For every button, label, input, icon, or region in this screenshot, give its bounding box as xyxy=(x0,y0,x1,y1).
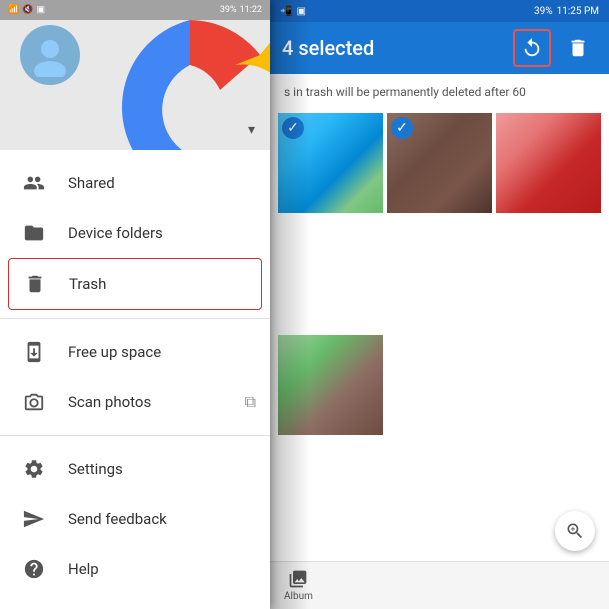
drawer-panel: 📶🔇▣ 39% 11:22 ▾ xyxy=(0,0,270,609)
menu-divider-2 xyxy=(0,435,270,436)
signal-icons: 📶🔇▣ xyxy=(8,5,45,15)
photo-item-4[interactable] xyxy=(278,335,383,553)
status-bar-right: 📲▣ 39% 11:25 PM xyxy=(270,0,609,22)
avatar[interactable] xyxy=(20,25,80,85)
photo-item-3[interactable] xyxy=(496,113,601,331)
sidebar-item-settings[interactable]: Settings xyxy=(0,444,270,494)
toolbar: 4 selected xyxy=(270,22,609,74)
drawer-menu: Shared Device folders Trash Free up spac… xyxy=(0,150,270,609)
settings-label: Settings xyxy=(68,460,123,478)
sidebar-item-help[interactable]: Help xyxy=(0,544,270,594)
trash-label: Trash xyxy=(69,275,106,293)
device-folders-label: Device folders xyxy=(68,224,163,242)
shared-icon xyxy=(20,172,48,194)
signal-icons-right: 📲▣ xyxy=(280,6,306,17)
help-icon xyxy=(20,558,48,580)
zoom-fab[interactable] xyxy=(555,511,595,551)
sidebar-item-free-up-space[interactable]: Free up space xyxy=(0,327,270,377)
photo-check-1: ✓ xyxy=(282,117,304,139)
sidebar-item-trash[interactable]: Trash xyxy=(8,258,262,310)
main-panel: 📲▣ 39% 11:25 PM 4 selected s in trash wi… xyxy=(270,0,609,609)
shared-label: Shared xyxy=(68,174,115,192)
sidebar-item-shared[interactable]: Shared xyxy=(0,158,270,208)
free-up-space-label: Free up space xyxy=(68,343,161,361)
help-label: Help xyxy=(68,560,99,578)
zoom-icon xyxy=(565,521,585,541)
info-text: s in trash will be permanently deleted a… xyxy=(284,85,526,99)
info-bar: s in trash will be permanently deleted a… xyxy=(270,74,609,105)
photo-item-2[interactable]: ✓ xyxy=(387,113,492,331)
sidebar-item-send-feedback[interactable]: Send feedback xyxy=(0,494,270,544)
album-label: Album xyxy=(284,591,313,602)
time-right: 11:25 PM xyxy=(557,6,599,17)
trash-icon xyxy=(21,273,49,295)
settings-icon xyxy=(20,458,48,480)
bottom-bar: Album xyxy=(270,561,609,609)
photo-thumb-3 xyxy=(496,113,601,213)
device-folders-icon xyxy=(20,222,48,244)
send-feedback-label: Send feedback xyxy=(68,510,167,528)
sidebar-item-device-folders[interactable]: Device folders xyxy=(0,208,270,258)
sidebar-item-scan-photos[interactable]: Scan photos ⧉ xyxy=(0,377,270,427)
selected-count: 4 selected xyxy=(282,36,374,60)
profile-icon xyxy=(28,33,72,77)
album-button[interactable]: Album xyxy=(284,569,313,602)
delete-button[interactable] xyxy=(559,29,597,67)
scan-photos-label: Scan photos xyxy=(68,393,151,411)
drawer-header: 📶🔇▣ 39% 11:22 ▾ xyxy=(0,0,270,150)
battery-time-right: 39% 11:25 PM xyxy=(534,6,599,17)
restore-icon xyxy=(521,37,543,59)
external-link-icon: ⧉ xyxy=(245,392,256,412)
toolbar-actions xyxy=(513,29,597,67)
free-up-space-icon xyxy=(20,341,48,363)
menu-divider-1 xyxy=(0,318,270,319)
dropdown-arrow-icon[interactable]: ▾ xyxy=(248,122,255,138)
restore-button[interactable] xyxy=(513,29,551,67)
google-logo-bg xyxy=(90,10,270,150)
send-feedback-icon xyxy=(20,508,48,530)
album-icon xyxy=(288,569,308,589)
battery-right: 39% xyxy=(534,6,553,17)
photo-grid: ✓ ✓ xyxy=(270,105,609,561)
scan-photos-icon xyxy=(20,391,48,413)
delete-icon xyxy=(567,37,589,59)
photo-check-2: ✓ xyxy=(391,117,413,139)
photo-thumb-4 xyxy=(278,335,383,435)
photo-item-1[interactable]: ✓ xyxy=(278,113,383,331)
